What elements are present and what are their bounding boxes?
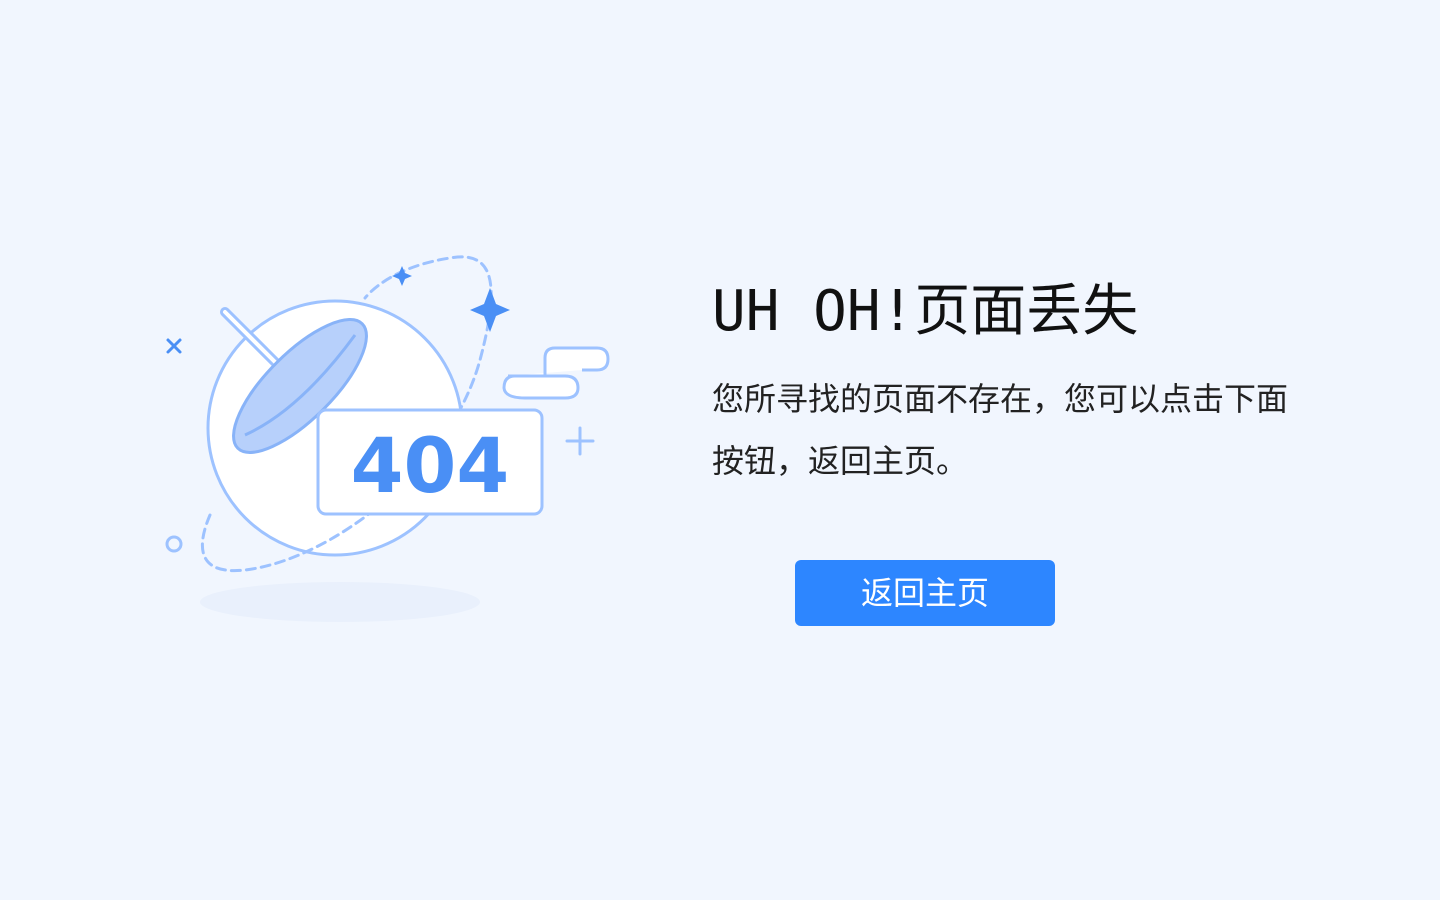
sparkle-icon: [470, 288, 510, 332]
circle-icon: [165, 535, 183, 553]
error-code: 404: [351, 421, 510, 510]
error-content: UH OH!页面丢失 您所寻找的页面不存在，您可以点击下面按钮，返回主页。: [712, 270, 1332, 492]
error-message: 您所寻找的页面不存在，您可以点击下面按钮，返回主页。: [712, 380, 1289, 480]
plus-icon: [565, 426, 595, 456]
cross-icon: [166, 338, 182, 354]
back-home-button[interactable]: 返回主页: [795, 560, 1055, 626]
shadow: [200, 582, 480, 622]
error-page: 404 UH OH!页面丢失 您所寻找的页面不存在，您可以点击下面按钮，返回主页…: [0, 0, 1440, 900]
page-title: UH OH!页面丢失: [712, 279, 1139, 344]
error-illustration: 404: [165, 255, 610, 622]
cloud-icon: [502, 346, 610, 400]
